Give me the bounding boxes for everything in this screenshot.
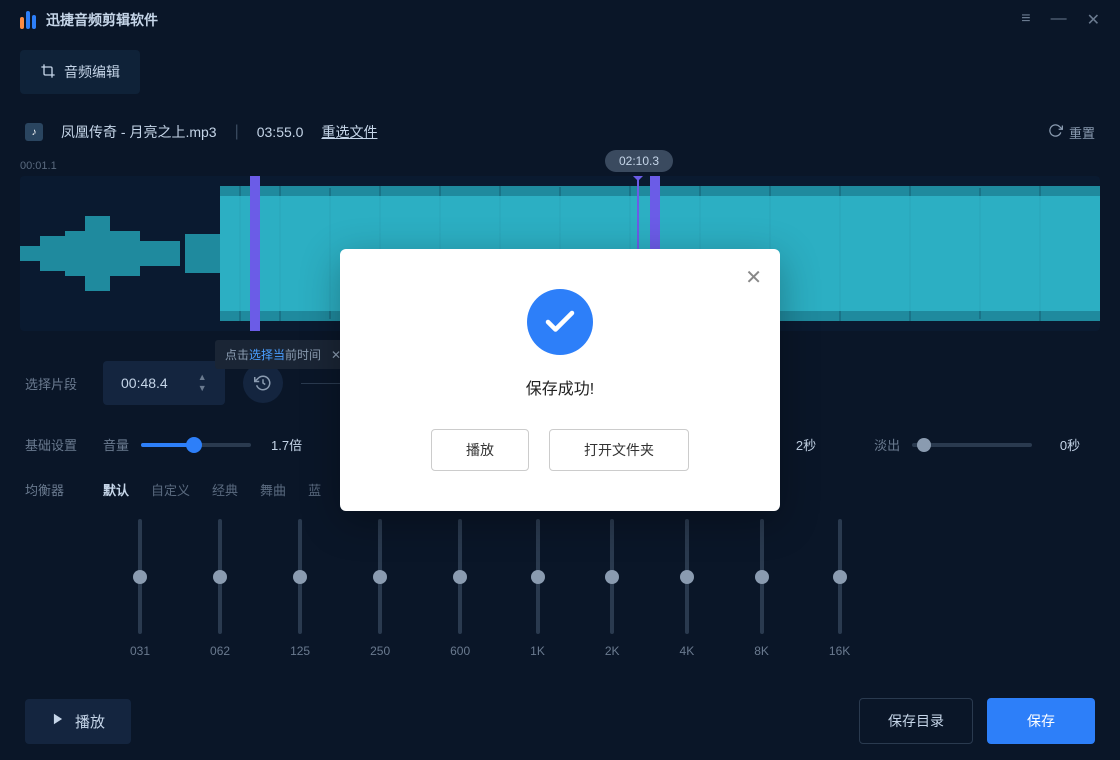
modal-play-button[interactable]: 播放 (431, 429, 529, 471)
modal-overlay: ✕ 保存成功! 播放 打开文件夹 (0, 0, 1120, 760)
modal-message: 保存成功! (370, 375, 750, 399)
save-success-modal: ✕ 保存成功! 播放 打开文件夹 (340, 249, 780, 511)
check-circle-icon (527, 289, 593, 355)
modal-close-icon[interactable]: ✕ (745, 265, 762, 290)
modal-open-folder-button[interactable]: 打开文件夹 (549, 429, 689, 471)
